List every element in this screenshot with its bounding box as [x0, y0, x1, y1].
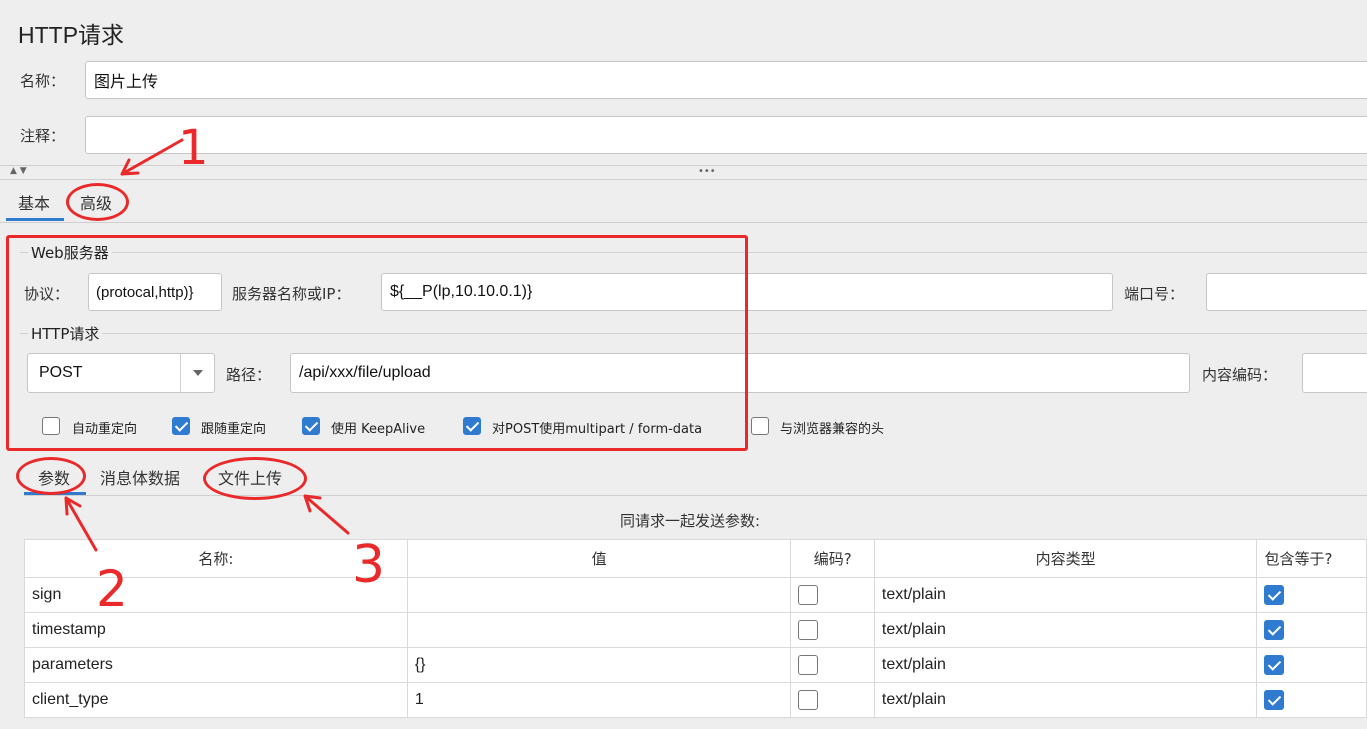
column-header-value[interactable]: 值	[406, 539, 792, 578]
table-row[interactable]: sign text/plain	[24, 577, 1367, 613]
param-encode-cell[interactable]	[790, 647, 875, 683]
annotation-box-web-server	[6, 235, 748, 451]
param-name-cell[interactable]: client_type	[24, 682, 408, 718]
annotation-circle-advanced-tab	[66, 183, 129, 221]
encode-checkbox[interactable]	[798, 585, 819, 605]
params-caption: 同请求一起发送参数:	[620, 512, 761, 530]
param-value-cell[interactable]	[406, 577, 792, 613]
comment-label: 注释：	[20, 127, 66, 145]
include-equals-checkbox[interactable]	[1264, 655, 1285, 675]
encode-checkbox[interactable]	[798, 690, 819, 710]
param-encode-cell[interactable]	[790, 612, 875, 648]
tab-basic[interactable]: 基本	[18, 190, 50, 214]
include-equals-checkbox[interactable]	[1264, 620, 1285, 640]
column-header-content-type[interactable]: 内容类型	[873, 539, 1258, 578]
annotation-circle-parameters-tab	[16, 457, 86, 495]
include-equals-checkbox[interactable]	[1264, 585, 1285, 605]
param-name-cell[interactable]: parameters	[24, 647, 408, 683]
table-row[interactable]: timestamp text/plain	[24, 612, 1367, 648]
param-value-cell[interactable]	[406, 612, 792, 648]
comment-field[interactable]	[85, 116, 1367, 154]
annotation-circle-file-upload-tab	[203, 457, 307, 500]
column-header-encode[interactable]: 编码?	[790, 539, 875, 578]
name-label: 名称：	[20, 72, 66, 90]
params-table: 名称: 值 编码? 内容类型 包含等于? sign text/plain tim…	[24, 539, 1367, 718]
param-value-cell[interactable]: {}	[406, 647, 792, 683]
encode-checkbox[interactable]	[798, 620, 819, 640]
param-encode-cell[interactable]	[790, 682, 875, 718]
tab-separator	[0, 222, 1367, 223]
encode-checkbox[interactable]	[798, 655, 819, 675]
param-include-equals-cell[interactable]	[1256, 612, 1367, 648]
param-content-type-cell[interactable]: text/plain	[873, 577, 1258, 613]
annotation-arrow-3	[303, 494, 350, 535]
tab-basic-underline	[6, 218, 64, 221]
param-content-type-cell[interactable]: text/plain	[873, 647, 1258, 683]
encoding-field[interactable]	[1302, 353, 1367, 393]
param-value-cell[interactable]: 1	[406, 682, 792, 718]
param-include-equals-cell[interactable]	[1256, 647, 1367, 683]
column-header-name[interactable]: 名称:	[24, 539, 408, 578]
param-content-type-cell[interactable]: text/plain	[873, 682, 1258, 718]
name-field[interactable]: 图片上传	[85, 61, 1367, 99]
param-name-cell[interactable]: sign	[24, 577, 408, 613]
splitter-line-bottom	[0, 179, 1367, 180]
browser-headers-checkbox[interactable]	[751, 417, 769, 435]
browser-headers-label: 与浏览器兼容的头	[780, 422, 885, 437]
splitter-handle[interactable]: •••	[698, 166, 716, 177]
params-header-row: 名称: 值 编码? 内容类型 包含等于?	[24, 539, 1367, 578]
include-equals-checkbox[interactable]	[1264, 690, 1285, 710]
port-field[interactable]	[1206, 273, 1367, 311]
page-title: HTTP请求	[18, 22, 125, 48]
splitter-line-top	[0, 165, 1367, 166]
param-include-equals-cell[interactable]	[1256, 682, 1367, 718]
param-encode-cell[interactable]	[790, 577, 875, 613]
param-name-cell[interactable]: timestamp	[24, 612, 408, 648]
param-content-type-cell[interactable]: text/plain	[873, 612, 1258, 648]
table-row[interactable]: parameters {} text/plain	[24, 647, 1367, 683]
column-header-include-equals[interactable]: 包含等于?	[1256, 539, 1367, 578]
table-row[interactable]: client_type 1 text/plain	[24, 682, 1367, 718]
tab-body-data[interactable]: 消息体数据	[100, 465, 180, 489]
port-label: 端口号：	[1124, 285, 1185, 303]
encoding-label: 内容编码：	[1202, 366, 1278, 384]
param-include-equals-cell[interactable]	[1256, 577, 1367, 613]
splitter-collapse-arrows[interactable]: ▲ ▼	[10, 166, 27, 176]
